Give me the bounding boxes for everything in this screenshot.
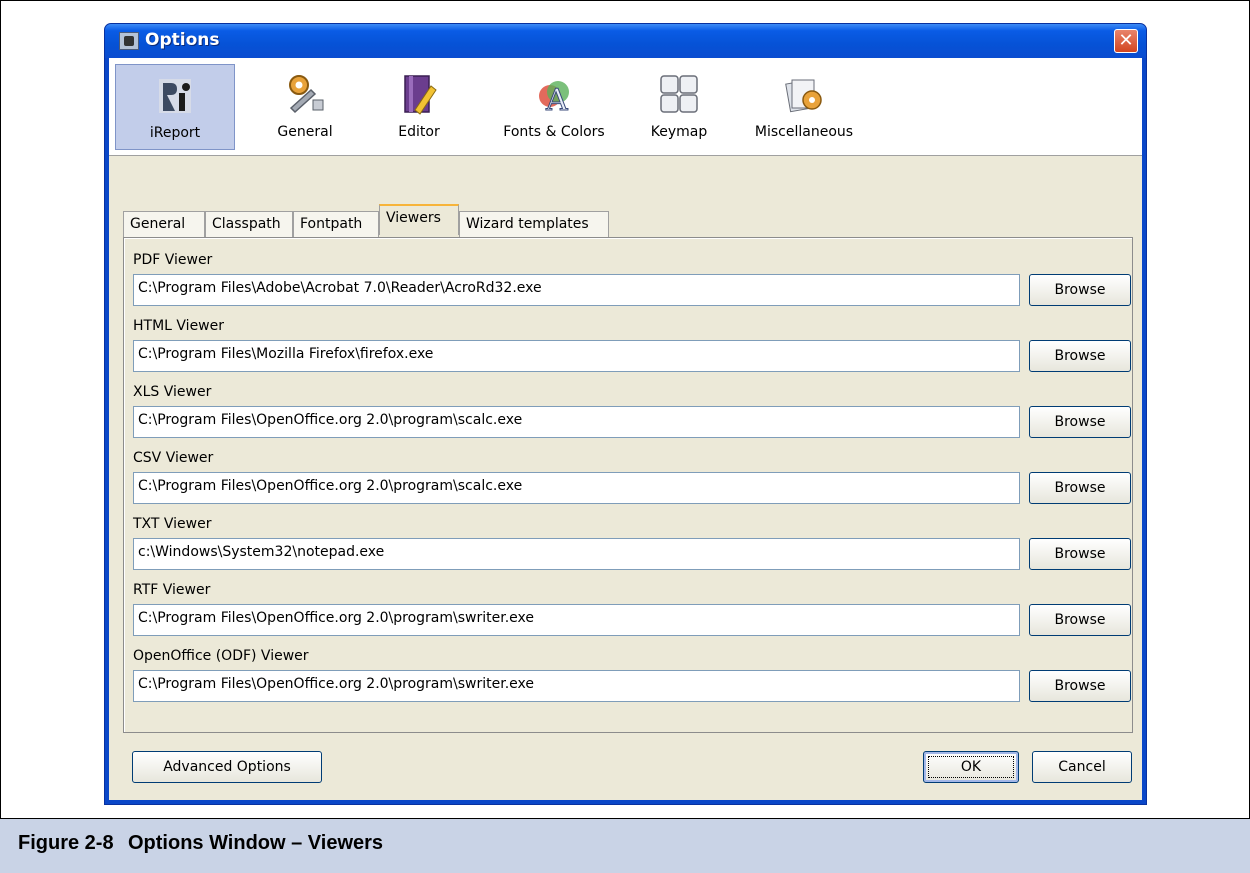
tab-general[interactable]: General [123,211,205,237]
tab-viewers[interactable]: Viewers [379,204,459,235]
odf-browse-button[interactable]: Browse [1029,670,1131,702]
pdf-browse-button[interactable]: Browse [1029,274,1131,306]
pdf-viewer-label: PDF Viewer [133,252,213,268]
options-window: Options ✕ iReport General Editor A Fonts… [104,23,1147,805]
cancel-button[interactable]: Cancel [1032,751,1132,783]
category-label: Fonts & Colors [503,124,605,140]
category-label: Editor [398,124,440,140]
odf-viewer-path-input[interactable]: C:\Program Files\OpenOffice.org 2.0\prog… [133,670,1020,702]
window-title: Options [145,30,220,50]
html-viewer-path-input[interactable]: C:\Program Files\Mozilla Firefox\firefox… [133,340,1020,372]
rtf-browse-button[interactable]: Browse [1029,604,1131,636]
xls-viewer-label: XLS Viewer [133,384,212,400]
category-miscellaneous[interactable]: Miscellaneous [739,64,869,150]
editor-pencil-icon [404,75,437,115]
figure-number: Figure 2-8 [18,832,114,854]
txt-viewer-label: TXT Viewer [133,516,212,532]
html-viewer-label: HTML Viewer [133,318,224,334]
category-label: General [277,124,333,140]
odf-viewer-label: OpenOffice (ODF) Viewer [133,648,309,664]
figure-caption: Options Window – Viewers [128,832,384,854]
keymap-icon [660,75,698,113]
html-browse-button[interactable]: Browse [1029,340,1131,372]
ok-button[interactable]: OK [923,751,1019,783]
svg-text:A: A [545,83,568,116]
xls-browse-button[interactable]: Browse [1029,406,1131,438]
category-strip: iReport General Editor A Fonts & Colors … [109,58,1142,156]
rtf-viewer-path-input[interactable]: C:\Program Files\OpenOffice.org 2.0\prog… [133,604,1020,636]
title-bar[interactable]: Options ✕ [105,24,1146,58]
txt-viewer-path-input[interactable]: c:\Windows\System32\notepad.exe [133,538,1020,570]
xls-viewer-path-input[interactable]: C:\Program Files\OpenOffice.org 2.0\prog… [133,406,1020,438]
category-ireport[interactable]: iReport [115,64,235,150]
category-label: iReport [149,125,201,141]
app-icon [119,32,139,50]
tab-wizard-templates[interactable]: Wizard templates [459,211,609,237]
tab-classpath[interactable]: Classpath [205,211,293,237]
csv-viewer-label: CSV Viewer [133,450,214,466]
category-fonts-colors[interactable]: A Fonts & Colors [489,64,619,150]
category-general[interactable]: General [255,64,355,150]
pdf-viewer-path-input[interactable]: C:\Program Files\Adobe\Acrobat 7.0\Reade… [133,274,1020,306]
advanced-options-button[interactable]: Advanced Options [132,751,322,783]
category-label: Keymap [650,124,708,140]
txt-browse-button[interactable]: Browse [1029,538,1131,570]
dialog-body: iReport General Editor A Fonts & Colors … [109,58,1142,800]
category-keymap[interactable]: Keymap [639,64,719,150]
category-editor[interactable]: Editor [379,64,459,150]
tab-fontpath[interactable]: Fontpath [293,211,379,237]
viewers-panel: PDF Viewer C:\Program Files\Adobe\Acroba… [123,237,1133,733]
category-label: Miscellaneous [754,124,854,140]
gear-wrench-icon [289,75,324,114]
fonts-colors-icon: A [539,81,569,116]
rtf-viewer-label: RTF Viewer [133,582,211,598]
csv-viewer-path-input[interactable]: C:\Program Files\OpenOffice.org 2.0\prog… [133,472,1020,504]
close-button[interactable]: ✕ [1114,29,1138,53]
ireport-icon [159,79,191,113]
miscellaneous-icon [785,79,822,113]
csv-browse-button[interactable]: Browse [1029,472,1131,504]
